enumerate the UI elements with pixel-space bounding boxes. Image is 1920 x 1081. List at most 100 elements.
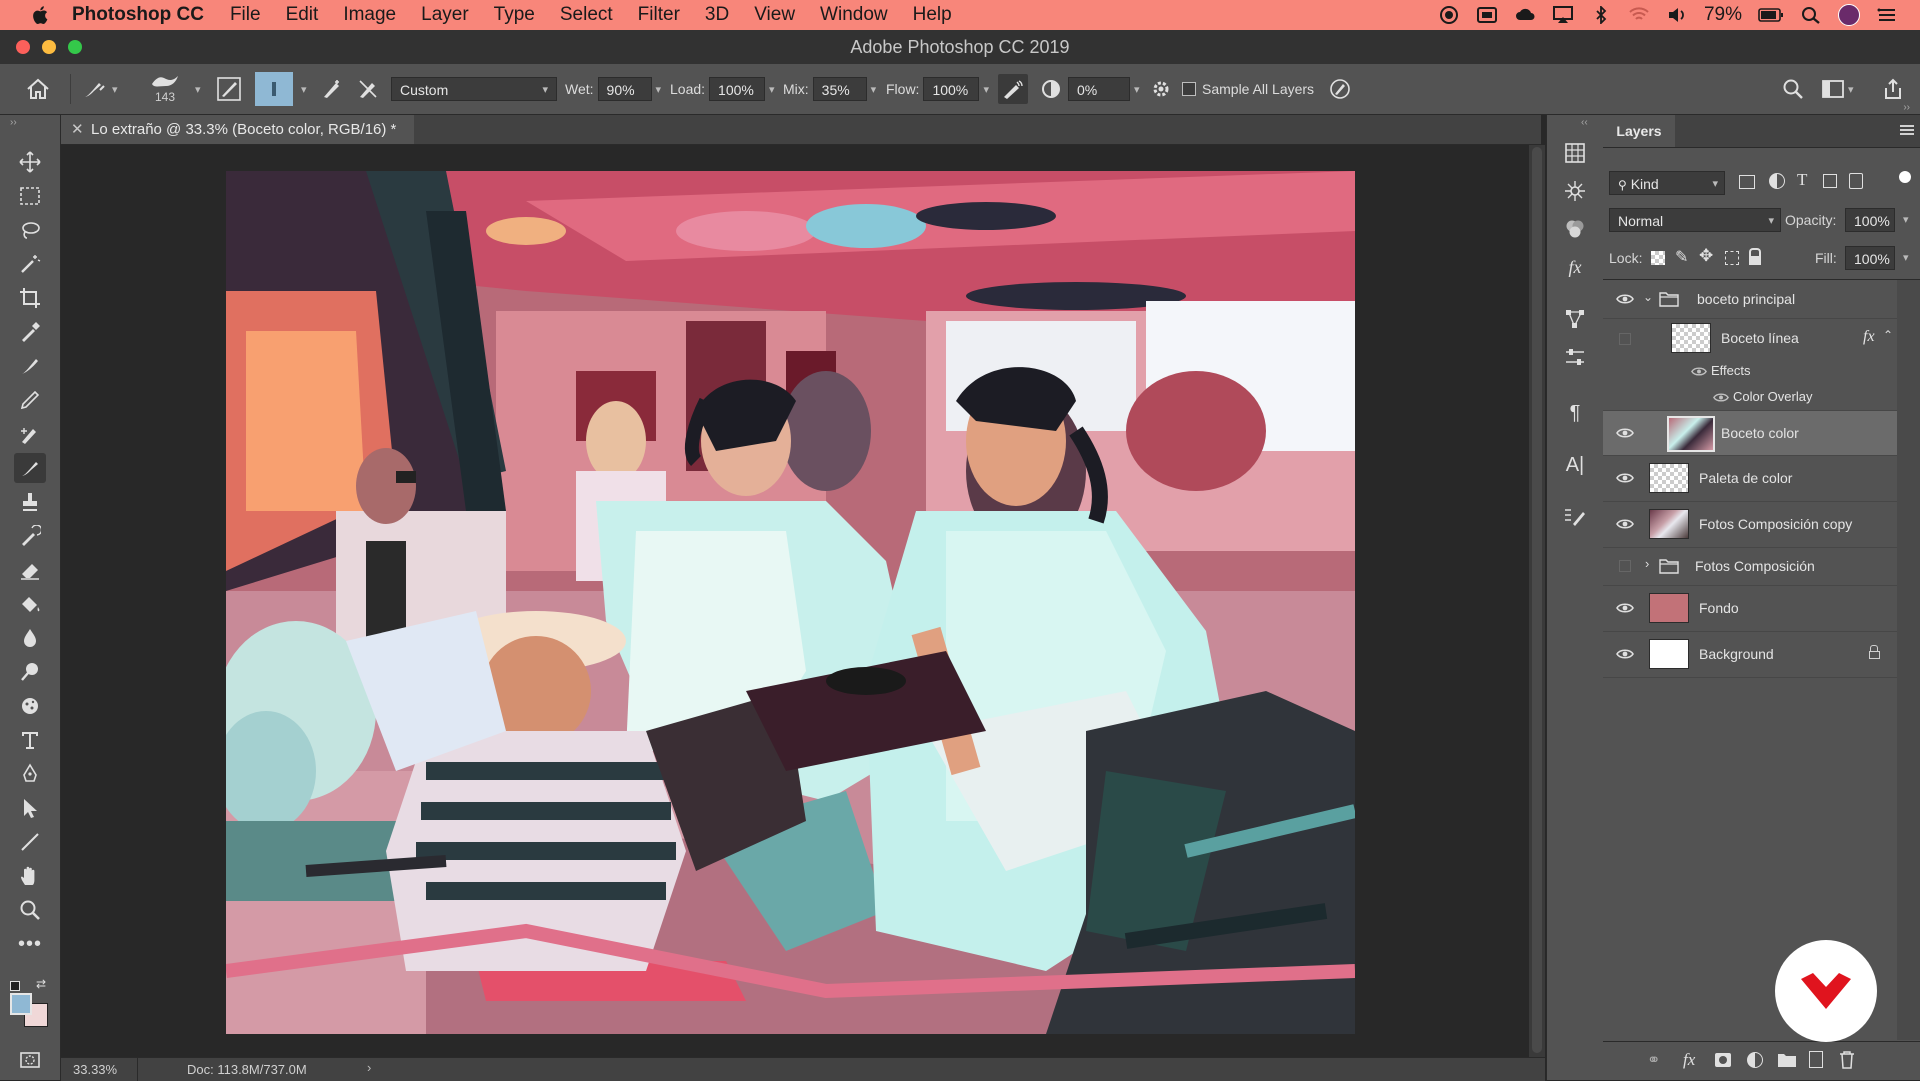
color-swatches[interactable]: ⇄ [10,977,50,1027]
panel-menu-icon[interactable] [1900,125,1914,135]
chevron-down-icon[interactable]: ▾ [301,83,307,96]
checkbox[interactable] [1182,82,1196,96]
display-icon[interactable] [1476,6,1498,24]
zoom-tool[interactable] [14,895,46,925]
lock-all-icon[interactable] [1749,248,1761,265]
navigator-panel-button[interactable] [1561,177,1589,205]
eyedropper-tool[interactable] [14,317,46,347]
menu-layer[interactable]: Layer [421,4,469,26]
clean-brush-after-stroke-toggle[interactable] [356,64,380,114]
current-brush-load-swatch[interactable] [255,64,293,114]
user-avatar[interactable] [1838,4,1860,26]
history-brush-tool[interactable] [14,521,46,551]
eye-icon[interactable] [1615,598,1635,618]
chevron-down-icon[interactable]: ▾ [195,83,201,96]
chevron-down-icon[interactable]: ▾ [983,83,989,96]
quick-selection-tool[interactable] [14,249,46,279]
clone-stamp-tool[interactable] [14,487,46,517]
eye-icon[interactable] [1691,366,1707,377]
layer-row[interactable]: Boceto línea fx ⌃ [1603,318,1897,358]
filter-type-layers-icon[interactable]: T [1797,170,1807,190]
visibility-toggle-empty[interactable] [1615,329,1635,349]
chevron-down-icon[interactable]: ▾ [656,83,662,96]
mixer-brush-tool[interactable] [14,453,46,483]
layer-row-group[interactable]: ⌄ boceto principal [1603,280,1897,319]
lock-transparent-pixels-icon[interactable] [1651,251,1665,265]
line-tool[interactable] [14,827,46,857]
menu-type[interactable]: Type [494,4,535,26]
swap-colors-icon[interactable]: ⇄ [36,977,46,991]
collapse-dock-icon[interactable]: ‹‹ [1581,117,1588,128]
canvas-painting[interactable] [226,171,1355,1034]
layer-row-selected[interactable]: Boceto color [1603,411,1897,456]
character-panel-button[interactable]: A| [1561,451,1589,479]
menu-file[interactable]: File [230,4,261,26]
paths-panel-button[interactable] [1561,305,1589,333]
layers-tab[interactable]: Layers [1603,115,1675,147]
pencil-tool[interactable] [14,385,46,415]
add-layer-style-icon[interactable]: fx [1683,1050,1695,1070]
opacity-input[interactable]: 100% [1845,208,1895,232]
pressure-toggle[interactable] [1328,64,1352,114]
load-input[interactable]: 100% [709,77,766,101]
lock-icon[interactable] [1869,645,1881,661]
marquee-tool[interactable] [14,181,46,211]
edit-toolbar-button[interactable]: ••• [14,929,46,959]
filter-toggle-switch[interactable] [1899,171,1911,183]
layer-row[interactable]: Fotos Composición copy [1603,501,1897,548]
menu-help[interactable]: Help [913,4,952,26]
chevron-down-icon[interactable]: ▾ [1903,251,1909,264]
eye-icon[interactable] [1615,468,1635,488]
workspace-switcher[interactable]: ▾ [1822,64,1854,114]
blending-preset-select[interactable]: Custom ▾ [391,77,557,101]
lasso-tool[interactable] [14,215,46,245]
spot-healing-tool[interactable] [14,351,46,381]
load-brush-after-stroke-toggle[interactable] [320,64,344,114]
adjustments-panel-button[interactable] [1561,343,1589,371]
vertical-scrollbar[interactable] [1529,145,1545,1057]
default-colors-icon[interactable] [10,981,20,991]
scrollbar-thumb[interactable] [1532,147,1542,1053]
lock-position-icon[interactable]: ✥ [1699,246,1713,266]
new-group-folder-icon[interactable] [1777,1052,1797,1068]
bluetooth-icon[interactable] [1590,6,1612,24]
lock-image-pixels-icon[interactable]: ✎ [1675,247,1688,267]
menu-image[interactable]: Image [343,4,396,26]
brush-preset-picker[interactable]: 143 [150,64,180,114]
volume-icon[interactable] [1666,6,1688,24]
blend-mode-select[interactable]: Normal ▾ [1609,208,1781,232]
eye-icon[interactable] [1615,423,1635,443]
collapse-panel-icon[interactable]: ›› [1903,102,1910,113]
histogram-panel-button[interactable] [1561,139,1589,167]
share-button[interactable] [1882,64,1904,114]
brush-settings-panel-button[interactable] [1561,503,1589,531]
chevron-up-icon[interactable]: ⌃ [1883,328,1893,342]
app-name-menu[interactable]: Photoshop CC [72,4,204,26]
hand-tool[interactable] [14,861,46,891]
wifi-icon[interactable] [1628,6,1650,24]
chevron-right-icon[interactable]: › [1645,556,1649,571]
zoom-level[interactable]: 33.33% [73,1062,117,1077]
new-adjustment-layer-icon[interactable] [1747,1052,1763,1068]
creative-cloud-icon[interactable] [1514,6,1536,24]
chevron-down-icon[interactable]: ▾ [1903,213,1909,226]
menu-window[interactable]: Window [820,4,888,26]
brush-options-button[interactable] [1150,64,1172,114]
clone-stamp-source-tool[interactable] [14,419,46,449]
wet-input[interactable]: 90% [597,77,652,101]
notification-center-icon[interactable] [1876,6,1898,24]
close-tab-icon[interactable]: ✕ [71,115,84,144]
layer-row[interactable]: Background [1603,631,1897,678]
layers-scrollbar[interactable] [1897,280,1920,1040]
paragraph-panel-button[interactable]: ¶ [1561,399,1589,427]
chevron-down-icon[interactable]: ⌄ [1643,290,1653,304]
type-tool[interactable] [14,725,46,755]
flow-input[interactable]: 100% [923,77,980,101]
menu-edit[interactable]: Edit [286,4,319,26]
sponge-tool[interactable] [14,691,46,721]
collapse-toolbar-icon[interactable]: ›› [10,117,17,128]
eye-icon[interactable] [1615,289,1635,309]
menu-select[interactable]: Select [560,4,613,26]
eye-icon[interactable] [1615,514,1635,534]
menu-filter[interactable]: Filter [638,4,680,26]
